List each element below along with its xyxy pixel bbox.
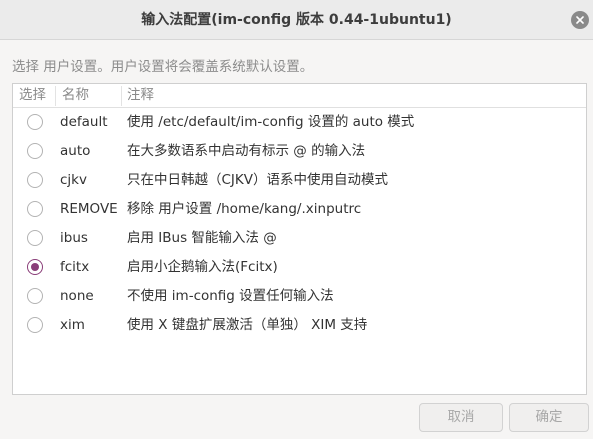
item-description: 使用 /etc/default/im-config 设置的 auto 模式 [127, 114, 415, 130]
radio-button[interactable] [27, 288, 43, 304]
item-name: default [60, 114, 108, 130]
item-name: fcitx [60, 259, 90, 275]
radio-button[interactable] [27, 114, 43, 130]
list-item[interactable]: ibus 启用 IBus 智能输入法 @ [13, 224, 586, 253]
radio-button[interactable] [27, 201, 43, 217]
radio-button[interactable] [27, 230, 43, 246]
item-description: 启用小企鹅输入法(Fcitx) [127, 259, 278, 275]
column-separator [55, 86, 56, 106]
item-name: cjkv [60, 172, 87, 188]
radio-button[interactable] [27, 172, 43, 188]
im-list[interactable]: 选择 名称 注释 default 使用 /etc/default/im-confi… [12, 83, 587, 395]
list-item[interactable]: none 不使用 im-config 设置任何输入法 [13, 282, 586, 311]
close-button[interactable] [571, 11, 589, 29]
cancel-button[interactable]: 取消 [419, 403, 503, 432]
list-item[interactable]: fcitx 启用小企鹅输入法(Fcitx) [13, 253, 586, 282]
column-separator [121, 86, 122, 106]
radio-button[interactable] [27, 317, 43, 333]
radio-selected[interactable] [27, 259, 43, 275]
ok-button[interactable]: 确定 [509, 403, 589, 432]
item-name: ibus [60, 230, 88, 246]
instruction-text: 选择 用户设置。用户设置将会覆盖系统默认设置。 [12, 59, 314, 75]
list-item[interactable]: auto 在大多数语系中启动有标示 @ 的输入法 [13, 137, 586, 166]
item-name: xim [60, 317, 85, 333]
list-item[interactable]: cjkv 只在中日韩越（CJKV）语系中使用自动模式 [13, 166, 586, 195]
list-item[interactable]: default 使用 /etc/default/im-config 设置的 aut… [13, 108, 586, 137]
item-description: 移除 用户设置 /home/kang/.xinputrc [127, 201, 362, 217]
list-rows: default 使用 /etc/default/im-config 设置的 aut… [13, 108, 586, 340]
list-header: 选择 名称 注释 [13, 84, 586, 108]
window-title: 输入法配置(im-config 版本 0.44-1ubuntu1) [141, 12, 452, 28]
close-icon [576, 16, 584, 24]
list-item[interactable]: xim 使用 X 键盘扩展激活（单独） XIM 支持 [13, 311, 586, 340]
header-name[interactable]: 名称 [62, 84, 89, 107]
list-item[interactable]: REMOVE 移除 用户设置 /home/kang/.xinputrc [13, 195, 586, 224]
title-bar: 输入法配置(im-config 版本 0.44-1ubuntu1) [0, 0, 593, 40]
header-select[interactable]: 选择 [19, 84, 46, 107]
header-note[interactable]: 注释 [127, 84, 154, 107]
item-description: 不使用 im-config 设置任何输入法 [127, 288, 334, 304]
item-description: 启用 IBus 智能输入法 @ [127, 230, 277, 246]
item-description: 在大多数语系中启动有标示 @ 的输入法 [127, 143, 366, 159]
item-name: REMOVE [60, 201, 118, 217]
item-name: auto [60, 143, 91, 159]
item-description: 只在中日韩越（CJKV）语系中使用自动模式 [127, 172, 388, 188]
radio-button[interactable] [27, 143, 43, 159]
im-config-dialog: 输入法配置(im-config 版本 0.44-1ubuntu1) 选择 用户设… [0, 0, 593, 439]
item-name: none [60, 288, 94, 304]
item-description: 使用 X 键盘扩展激活（单独） XIM 支持 [127, 317, 368, 333]
